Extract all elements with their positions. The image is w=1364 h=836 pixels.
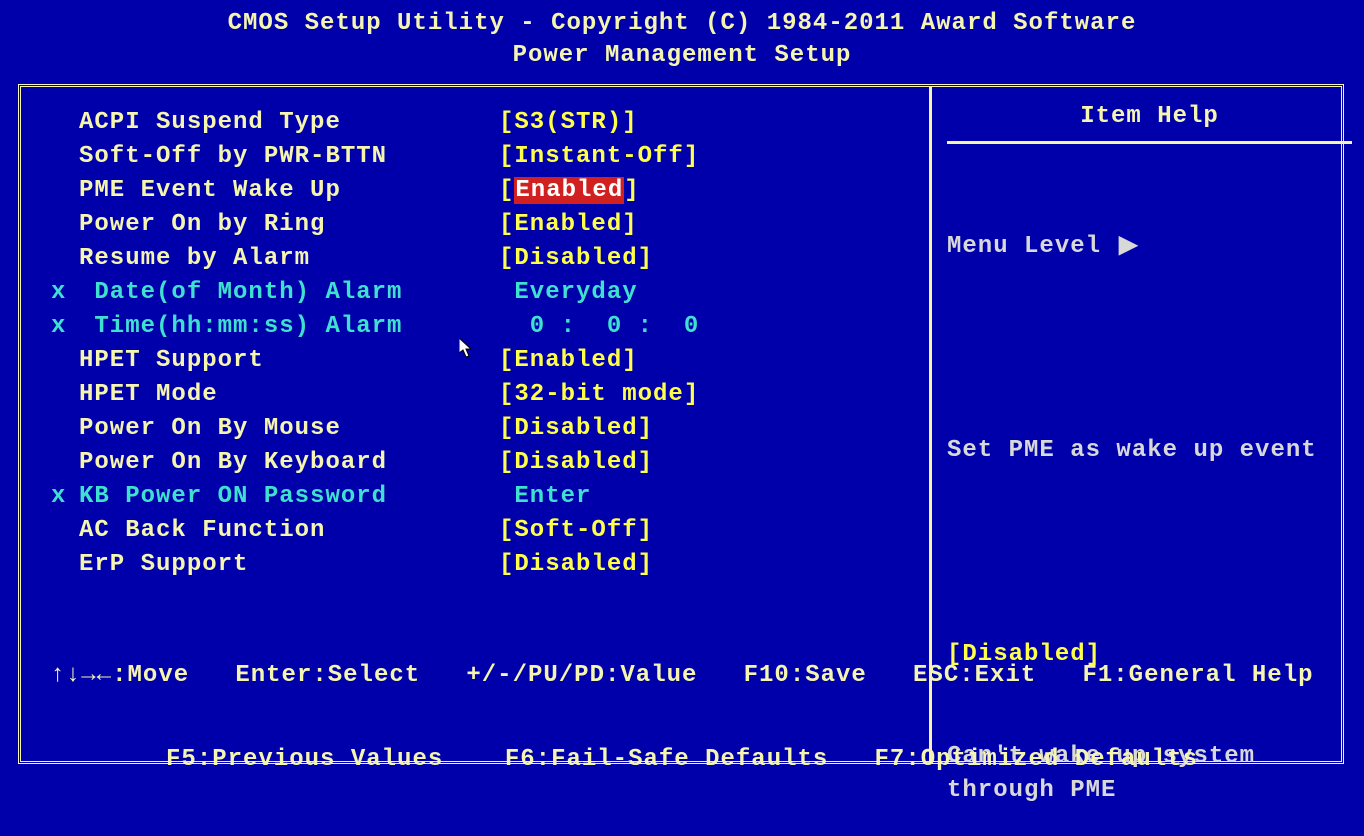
setting-label: Power On by Ring xyxy=(79,211,499,238)
menu-level-label: Menu Level xyxy=(947,233,1101,260)
setting-value[interactable]: [Disabled] xyxy=(499,415,653,442)
setting-row[interactable]: x Time(hh:mm:ss) Alarm 0 : 0 : 0 xyxy=(51,309,921,343)
setting-label: ACPI Suspend Type xyxy=(79,109,499,136)
triangle-right-icon: ▶ xyxy=(1119,230,1138,264)
setting-label: HPET Mode xyxy=(79,381,499,408)
help-description: Set PME as wake up event xyxy=(947,434,1352,468)
setting-value[interactable]: [Disabled] xyxy=(499,551,653,578)
setting-label: Resume by Alarm xyxy=(79,245,499,272)
setting-label: Date(of Month) Alarm xyxy=(79,279,499,306)
setting-value[interactable]: [S3(STR)] xyxy=(499,109,638,136)
setting-row[interactable]: Power On by Ring[Enabled] xyxy=(51,207,921,241)
setting-row[interactable]: ACPI Suspend Type[S3(STR)] xyxy=(51,105,921,139)
setting-value[interactable]: [Soft-Off] xyxy=(499,517,653,544)
setting-value[interactable]: Enter xyxy=(499,483,591,510)
setting-label: Power On By Keyboard xyxy=(79,449,499,476)
setting-row[interactable]: Soft-Off by PWR-BTTN[Instant-Off] xyxy=(51,139,921,173)
setting-row[interactable]: xKB Power ON Password Enter xyxy=(51,479,921,513)
row-marker: x xyxy=(51,279,79,306)
setting-value[interactable]: [32-bit mode] xyxy=(499,381,699,408)
setting-row[interactable]: AC Back Function[Soft-Off] xyxy=(51,513,921,547)
footer-line2: F5:Previous Values F6:Fail-Safe Defaults… xyxy=(0,746,1364,774)
footer-line1: ↑↓→←:Move Enter:Select +/-/PU/PD:Value F… xyxy=(0,662,1364,690)
setting-value[interactable]: Everyday xyxy=(499,279,638,306)
setting-label: Power On By Mouse xyxy=(79,415,499,442)
setting-value[interactable]: [Instant-Off] xyxy=(499,143,699,170)
help-title: Item Help xyxy=(947,97,1352,144)
setting-label: PME Event Wake Up xyxy=(79,177,499,204)
header-title: CMOS Setup Utility - Copyright (C) 1984-… xyxy=(0,8,1364,40)
footer: ↑↓→←:Move Enter:Select +/-/PU/PD:Value F… xyxy=(0,606,1364,830)
setting-row[interactable]: Resume by Alarm[Disabled] xyxy=(51,241,921,275)
row-marker: x xyxy=(51,313,79,340)
menu-level-row: Menu Level ▶ xyxy=(947,230,1352,264)
setting-label: KB Power ON Password xyxy=(79,483,499,510)
setting-value[interactable]: [Disabled] xyxy=(499,245,653,272)
setting-row[interactable]: x Date(of Month) Alarm Everyday xyxy=(51,275,921,309)
bios-screen: CMOS Setup Utility - Copyright (C) 1984-… xyxy=(0,0,1364,836)
setting-row[interactable]: HPET Mode[32-bit mode] xyxy=(51,377,921,411)
setting-label: HPET Support xyxy=(79,347,499,374)
setting-row[interactable]: ErP Support[Disabled] xyxy=(51,547,921,581)
header: CMOS Setup Utility - Copyright (C) 1984-… xyxy=(0,0,1364,72)
setting-row[interactable]: HPET Support[Enabled] xyxy=(51,343,921,377)
setting-value[interactable]: [Enabled] xyxy=(499,211,638,238)
setting-value[interactable]: [Disabled] xyxy=(499,449,653,476)
row-marker: x xyxy=(51,483,79,510)
setting-label: Soft-Off by PWR-BTTN xyxy=(79,143,499,170)
setting-label: Time(hh:mm:ss) Alarm xyxy=(79,313,499,340)
settings-list[interactable]: ACPI Suspend Type[S3(STR)]Soft-Off by PW… xyxy=(51,105,921,581)
header-subtitle: Power Management Setup xyxy=(0,40,1364,72)
setting-row[interactable]: Power On By Mouse[Disabled] xyxy=(51,411,921,445)
setting-label: ErP Support xyxy=(79,551,499,578)
setting-row[interactable]: Power On By Keyboard[Disabled] xyxy=(51,445,921,479)
setting-value[interactable]: [Enabled] xyxy=(499,177,640,204)
setting-value[interactable]: 0 : 0 : 0 xyxy=(499,313,699,340)
setting-value[interactable]: [Enabled] xyxy=(499,347,638,374)
setting-row[interactable]: PME Event Wake Up[Enabled] xyxy=(51,173,921,207)
setting-label: AC Back Function xyxy=(79,517,499,544)
